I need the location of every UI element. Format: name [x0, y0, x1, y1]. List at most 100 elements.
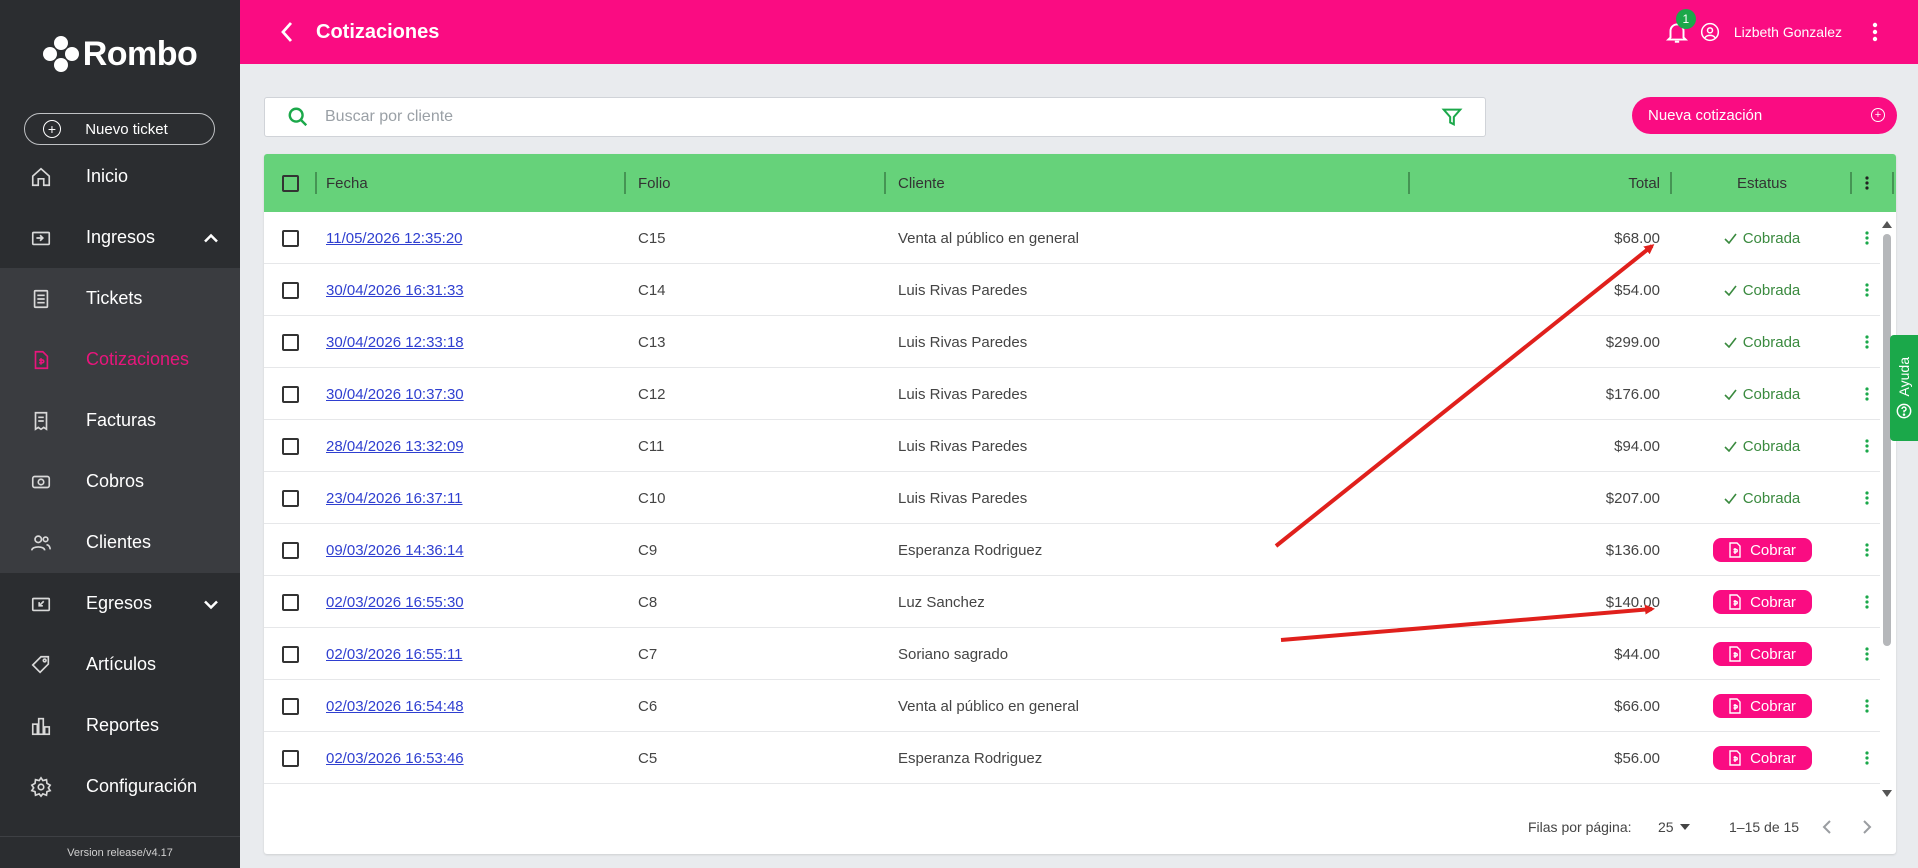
filter-icon[interactable] — [1441, 106, 1463, 128]
cobrar-button[interactable]: Cobrar — [1712, 746, 1812, 770]
document-dollar-icon — [1729, 750, 1741, 766]
fecha-link[interactable]: 23/04/2026 16:37:11 — [326, 490, 463, 507]
sidebar-item-egresos[interactable]: Egresos — [0, 573, 240, 634]
more-vert-icon[interactable] — [1872, 22, 1878, 42]
sidebar-item-facturas[interactable]: Facturas — [0, 390, 240, 451]
select-all-checkbox[interactable] — [281, 174, 299, 192]
back-arrow-icon[interactable] — [280, 20, 300, 44]
more-vert-icon[interactable] — [1865, 231, 1869, 245]
scroll-down-icon[interactable] — [1882, 790, 1892, 798]
row-checkbox[interactable] — [281, 489, 299, 507]
fecha-link[interactable]: 11/05/2026 12:35:20 — [326, 230, 463, 247]
sidebar-item-inicio[interactable]: Inicio — [0, 146, 240, 207]
plus-circle-icon: + — [43, 120, 61, 138]
status-label: Cobrada — [1742, 229, 1801, 247]
more-vert-icon[interactable] — [1865, 595, 1869, 609]
sidebar-item-clientes[interactable]: Clientes — [0, 512, 240, 573]
row-folio: C8 — [638, 593, 658, 611]
fecha-link[interactable]: 02/03/2026 16:53:46 — [326, 750, 464, 767]
fecha-link[interactable]: 09/03/2026 14:36:14 — [326, 542, 464, 559]
fecha-link[interactable]: 02/03/2026 16:55:30 — [326, 594, 464, 611]
fecha-link[interactable]: 30/04/2026 10:37:30 — [326, 386, 464, 403]
caret-down-icon — [1679, 824, 1690, 830]
row-checkbox[interactable] — [281, 593, 299, 611]
rows-per-page-select[interactable]: 25 — [1658, 819, 1690, 835]
sidebar-item-ingresos[interactable]: Ingresos — [0, 207, 240, 268]
row-checkbox[interactable] — [281, 749, 299, 767]
help-circle-icon — [1896, 403, 1912, 419]
notifications-button[interactable]: 1 — [1664, 9, 1696, 45]
new-ticket-button[interactable]: + Nuevo ticket — [24, 113, 215, 145]
header-estatus[interactable]: Estatus — [1672, 154, 1852, 212]
more-vert-icon[interactable] — [1865, 491, 1869, 505]
header-estatus-label: Estatus — [1736, 174, 1788, 192]
more-vert-icon[interactable] — [1865, 751, 1869, 765]
row-select-cell — [264, 420, 316, 472]
document-dollar-icon — [1729, 698, 1741, 714]
header-total[interactable]: Total — [1410, 154, 1672, 212]
cobrar-button[interactable]: Cobrar — [1712, 590, 1812, 614]
sidebar-item-tickets[interactable]: Tickets — [0, 268, 240, 329]
more-vert-icon[interactable] — [1865, 439, 1869, 453]
sidebar-item-cobros[interactable]: Cobros — [0, 451, 240, 512]
cash-icon — [30, 471, 52, 493]
row-checkbox[interactable] — [281, 281, 299, 299]
more-vert-icon[interactable] — [1865, 176, 1869, 190]
row-checkbox[interactable] — [281, 385, 299, 403]
user-circle-icon[interactable] — [1700, 22, 1720, 42]
more-vert-icon[interactable] — [1865, 335, 1869, 349]
more-vert-icon[interactable] — [1865, 387, 1869, 401]
scrollbar-thumb[interactable] — [1883, 234, 1891, 646]
row-cliente: Luis Rivas Paredes — [898, 489, 1028, 507]
row-estatus: Cobrar — [1672, 680, 1852, 732]
chevron-left-icon[interactable] — [1822, 819, 1832, 835]
more-vert-icon[interactable] — [1865, 283, 1869, 297]
cobrar-button[interactable]: Cobrar — [1712, 538, 1812, 562]
search-bar — [264, 97, 1486, 137]
fecha-link[interactable]: 02/03/2026 16:55:11 — [326, 646, 463, 663]
fecha-link[interactable]: 28/04/2026 13:32:09 — [326, 438, 464, 455]
header-cliente[interactable]: Cliente — [886, 154, 1410, 212]
scroll-up-icon[interactable] — [1882, 220, 1892, 228]
more-vert-icon[interactable] — [1865, 543, 1869, 557]
sidebar-item-configuracion[interactable]: Configuración — [0, 756, 240, 817]
sidebar-item-label: Inicio — [86, 166, 129, 186]
row-select-cell — [264, 212, 316, 264]
fecha-link[interactable]: 02/03/2026 16:54:48 — [326, 698, 464, 715]
cobrar-button[interactable]: Cobrar — [1712, 642, 1812, 666]
cobrar-label: Cobrar — [1750, 697, 1796, 715]
header-actions[interactable] — [1852, 154, 1894, 212]
header-fecha[interactable]: Fecha — [316, 154, 626, 212]
row-actions — [1852, 472, 1880, 524]
row-cliente: Luis Rivas Paredes — [898, 281, 1028, 299]
search-input[interactable] — [325, 108, 1441, 126]
row-checkbox[interactable] — [281, 229, 299, 247]
sidebar-item-cotizaciones[interactable]: Cotizaciones — [0, 329, 240, 390]
sidebar-item-reportes[interactable]: Reportes — [0, 695, 240, 756]
fecha-link[interactable]: 30/04/2026 16:31:33 — [326, 282, 464, 299]
row-checkbox[interactable] — [281, 333, 299, 351]
sidebar-item-articulos[interactable]: Artículos — [0, 634, 240, 695]
row-checkbox[interactable] — [281, 645, 299, 663]
header-folio[interactable]: Folio — [626, 154, 886, 212]
scrollbar[interactable] — [1880, 218, 1894, 800]
help-tab[interactable]: Ayuda — [1890, 335, 1918, 441]
users-icon — [30, 532, 52, 554]
row-checkbox[interactable] — [281, 541, 299, 559]
more-vert-icon[interactable] — [1865, 647, 1869, 661]
row-actions — [1852, 524, 1880, 576]
logo[interactable]: Rombo — [0, 30, 240, 78]
more-vert-icon[interactable] — [1865, 699, 1869, 713]
chevron-right-icon[interactable] — [1862, 819, 1872, 835]
row-checkbox[interactable] — [281, 437, 299, 455]
sidebar-item-label: Cotizaciones — [86, 349, 190, 369]
fecha-link[interactable]: 30/04/2026 12:33:18 — [326, 334, 464, 351]
row-checkbox[interactable] — [281, 697, 299, 715]
cobrar-button[interactable]: Cobrar — [1712, 694, 1812, 718]
row-estatus: Cobrar — [1672, 576, 1852, 628]
user-name[interactable]: Lizbeth Gonzalez — [1734, 24, 1842, 40]
row-cliente: Esperanza Rodriguez — [898, 541, 1043, 559]
status-label: Cobrada — [1742, 281, 1801, 299]
new-quote-button[interactable]: Nueva cotización + — [1632, 97, 1897, 134]
row-total: $44.00 — [1614, 645, 1660, 663]
